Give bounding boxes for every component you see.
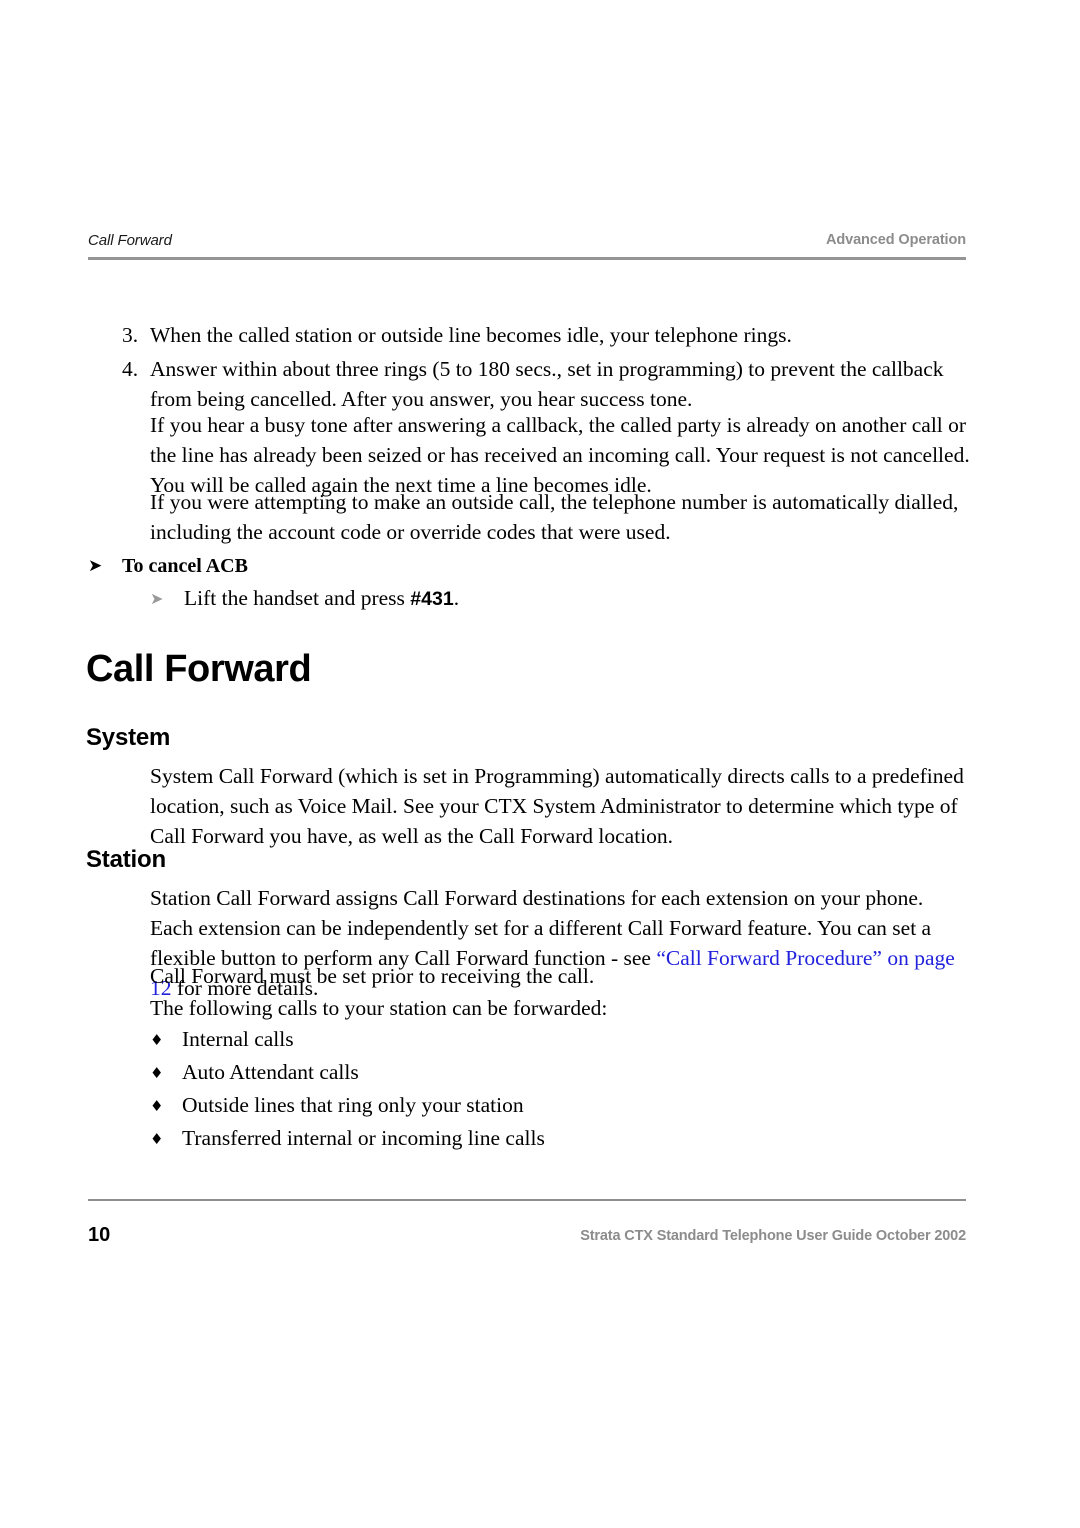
document-page: Call Forward Advanced Operation 3. When … (0, 0, 1080, 1528)
paragraph-outside-call: If you were attempting to make an outsid… (150, 490, 959, 544)
step-4-text: Answer within about three rings (5 to 18… (150, 357, 944, 411)
header-divider-rule (88, 257, 966, 260)
footer-page-number: 10 (88, 1224, 111, 1246)
header-section-title: Call Forward (88, 232, 172, 249)
arrow-right-icon: ➤ (88, 556, 103, 576)
section-heading-station: Station (86, 846, 166, 873)
to-cancel-acb-heading: ➤ To cancel ACB (88, 553, 688, 579)
dial-code-431: #431 (410, 588, 454, 610)
paragraph-station-prior: Call Forward must be set prior to receiv… (150, 964, 595, 988)
header-chapter-title: Advanced Operation (825, 232, 966, 248)
diamond-bullet-icon: ♦ (150, 1031, 164, 1049)
page-title: Call Forward (86, 648, 312, 690)
paragraph-system: System Call Forward (which is set in Pro… (150, 764, 964, 848)
footer-divider-rule (88, 1199, 966, 1201)
to-cancel-acb-heading-label: To cancel ACB (122, 555, 248, 577)
list-item: ♦ Auto Attendant calls (150, 1058, 910, 1087)
list-item: ♦ Internal calls (150, 1025, 910, 1054)
numbered-step-3: 3. When the called station or outside li… (122, 320, 970, 350)
list-item: ♦ Outside lines that ring only your stati… (150, 1091, 910, 1120)
to-cancel-acb-step: ➤ Lift the handset and press #431. (150, 584, 850, 613)
section-heading-system: System (86, 724, 171, 751)
step-3-text: When the called station or outside line … (150, 323, 792, 347)
step-4-number: 4. (122, 357, 139, 381)
step-3-number: 3. (122, 323, 139, 347)
diamond-bullet-icon: ♦ (150, 1130, 164, 1148)
numbered-step-4: 4. Answer within about three rings (5 to… (122, 354, 970, 414)
list-item: ♦ Transferred internal or incoming line c… (150, 1124, 910, 1153)
to-cancel-acb-step-period: . (453, 586, 460, 610)
to-cancel-acb-step-text: Lift the handset and press (184, 586, 411, 610)
list-item-label: Outside lines that ring only your statio… (182, 1093, 524, 1117)
paragraph-station-following: The following calls to your station can … (150, 996, 608, 1020)
list-item-label: Transferred internal or incoming line ca… (182, 1126, 545, 1150)
arrow-right-sub-icon: ➤ (150, 589, 164, 608)
footer-guide-title: Strata CTX Standard Telephone User Guide… (580, 1228, 966, 1244)
list-item-label: Internal calls (182, 1027, 294, 1051)
diamond-bullet-icon: ♦ (150, 1064, 164, 1082)
list-item-label: Auto Attendant calls (182, 1060, 359, 1084)
diamond-bullet-icon: ♦ (150, 1097, 164, 1115)
